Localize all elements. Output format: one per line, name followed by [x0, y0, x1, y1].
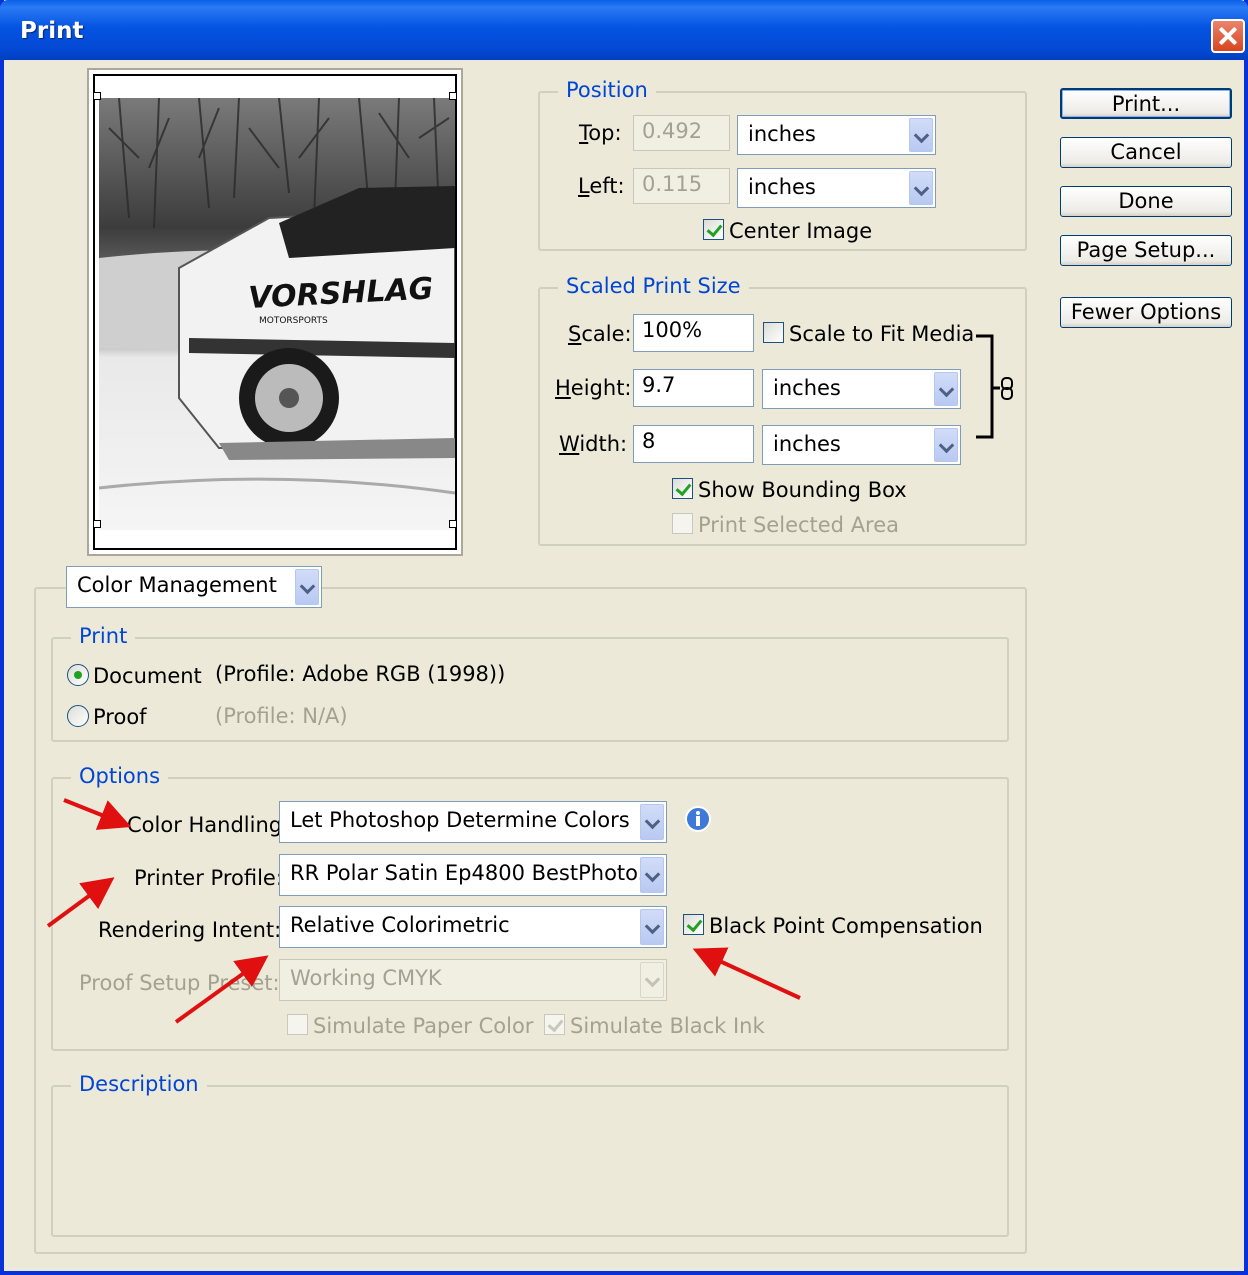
top-input[interactable]: 0.492: [633, 115, 730, 151]
scaled-legend: Scaled Print Size: [558, 274, 749, 298]
height-label: Height:: [555, 376, 632, 400]
rendering-intent-label: Rendering Intent:: [98, 918, 282, 942]
chevron-down-icon[interactable]: [934, 372, 958, 406]
printer-profile-select[interactable]: RR Polar Satin Ep4800 BestPhoto...: [279, 854, 667, 896]
print-selected-area-label: Print Selected Area: [698, 513, 900, 537]
preview-image[interactable]: VORSHLAG MOTORSPORTS: [99, 98, 455, 530]
left-input[interactable]: 0.115: [633, 168, 730, 204]
link-icon[interactable]: [999, 376, 1015, 402]
simulate-black-label: Simulate Black Ink: [570, 1014, 765, 1038]
scale-to-fit-checkbox[interactable]: [763, 322, 784, 343]
width-unit-value: inches: [773, 432, 841, 456]
fewer-options-button[interactable]: Fewer Options: [1060, 297, 1232, 328]
height-unit-value: inches: [773, 376, 841, 400]
car-logo-sub: MOTORSPORTS: [259, 316, 328, 326]
section-select[interactable]: Color Management: [66, 566, 322, 608]
description-legend: Description: [71, 1072, 207, 1096]
chevron-down-icon[interactable]: [640, 857, 664, 893]
document-radio[interactable]: [67, 664, 89, 686]
cancel-button[interactable]: Cancel: [1060, 137, 1232, 168]
color-handling-value: Let Photoshop Determine Colors: [290, 808, 630, 832]
color-handling-select[interactable]: Let Photoshop Determine Colors: [279, 801, 667, 843]
page-setup-button[interactable]: Page Setup...: [1060, 235, 1232, 266]
chevron-down-icon[interactable]: [640, 962, 664, 998]
black-point-checkbox[interactable]: [683, 914, 704, 935]
options-legend: Options: [71, 764, 169, 788]
width-unit-select[interactable]: inches: [762, 425, 961, 465]
height-input[interactable]: 9.7: [633, 369, 754, 407]
print-source-group: [51, 637, 1009, 742]
chevron-down-icon[interactable]: [640, 909, 664, 945]
title-bar[interactable]: Print: [0, 0, 1248, 60]
close-icon[interactable]: [1211, 19, 1245, 53]
print-button[interactable]: Print...: [1060, 88, 1232, 119]
printer-profile-label: Printer Profile:: [134, 866, 283, 890]
document-profile: (Profile: Adobe RGB (1998)): [215, 662, 506, 686]
top-unit-select[interactable]: inches: [737, 115, 936, 155]
proof-setup-value: Working CMYK: [290, 966, 442, 990]
top-unit-value: inches: [748, 122, 816, 146]
info-icon[interactable]: [684, 805, 712, 833]
chevron-down-icon[interactable]: [909, 118, 933, 152]
scale-label: Scale:: [568, 322, 632, 346]
show-bounding-box-label: Show Bounding Box: [698, 478, 907, 502]
proof-setup-label: Proof Setup Preset:: [79, 971, 280, 995]
print-preview: VORSHLAG MOTORSPORTS: [87, 68, 463, 556]
done-button[interactable]: Done: [1060, 186, 1232, 217]
chevron-down-icon[interactable]: [934, 428, 958, 462]
scale-input[interactable]: 100%: [633, 314, 754, 352]
show-bounding-box-checkbox[interactable]: [672, 478, 693, 499]
left-unit-value: inches: [748, 175, 816, 199]
left-label: Left:: [578, 174, 625, 198]
color-handling-label: Color Handling:: [127, 813, 290, 837]
width-input[interactable]: 8: [633, 425, 754, 463]
resize-handle[interactable]: [93, 92, 101, 100]
description-group: [51, 1085, 1009, 1237]
chevron-down-icon[interactable]: [909, 171, 933, 205]
proof-radio[interactable]: [67, 705, 89, 727]
section-select-value: Color Management: [77, 573, 277, 597]
resize-handle[interactable]: [449, 520, 457, 528]
proof-setup-select[interactable]: Working CMYK: [279, 959, 667, 1001]
simulate-paper-checkbox[interactable]: [287, 1014, 308, 1035]
height-unit-select[interactable]: inches: [762, 369, 961, 409]
chevron-down-icon[interactable]: [295, 569, 319, 605]
print-selected-area-checkbox[interactable]: [672, 513, 693, 534]
simulate-black-checkbox[interactable]: [544, 1014, 565, 1035]
position-legend: Position: [558, 78, 656, 102]
window-title: Print: [20, 18, 84, 44]
resize-handle[interactable]: [449, 92, 457, 100]
rendering-intent-value: Relative Colorimetric: [290, 913, 510, 937]
proof-label: Proof: [93, 705, 147, 729]
top-label: Top:: [579, 121, 622, 145]
rendering-intent-select[interactable]: Relative Colorimetric: [279, 906, 667, 948]
black-point-label: Black Point Compensation: [709, 914, 983, 938]
width-label: Width:: [559, 432, 628, 456]
center-image-label: Center Image: [729, 219, 873, 243]
scale-to-fit-label: Scale to Fit Media: [789, 322, 975, 346]
center-image-checkbox[interactable]: [703, 219, 724, 240]
print-legend: Print: [71, 624, 136, 648]
simulate-paper-label: Simulate Paper Color: [313, 1014, 534, 1038]
resize-handle[interactable]: [93, 520, 101, 528]
left-unit-select[interactable]: inches: [737, 168, 936, 208]
printer-profile-value: RR Polar Satin Ep4800 BestPhoto...: [290, 861, 658, 885]
proof-profile: (Profile: N/A): [215, 704, 348, 728]
chevron-down-icon[interactable]: [640, 804, 664, 840]
document-label: Document: [93, 664, 202, 688]
preview-page: VORSHLAG MOTORSPORTS: [93, 74, 457, 550]
